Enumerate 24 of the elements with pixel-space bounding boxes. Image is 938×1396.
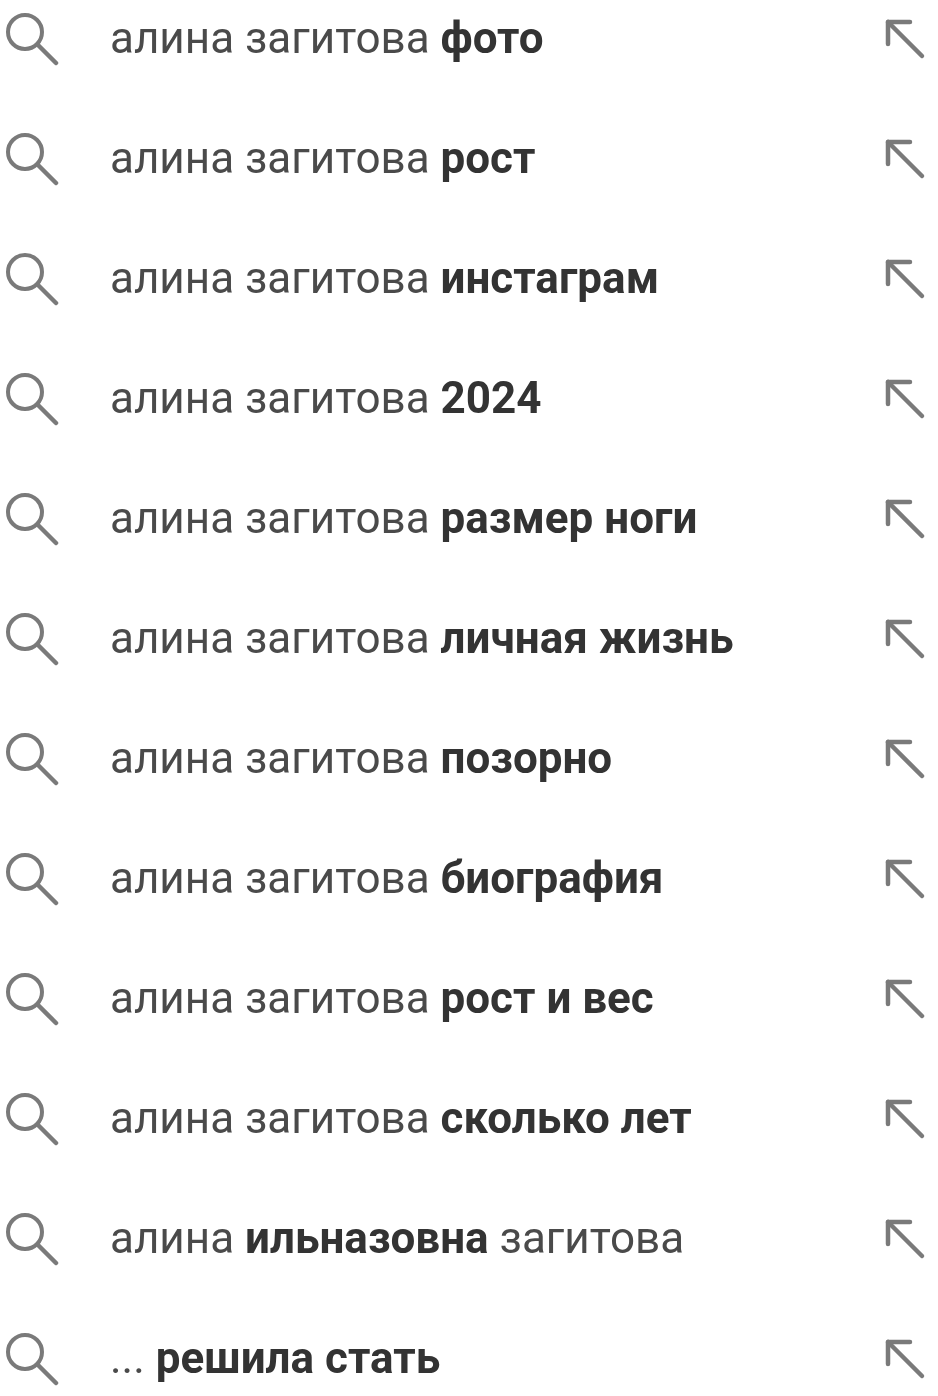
suggestion-link[interactable]: ... решила стать <box>110 1336 441 1380</box>
suggestion-link[interactable]: алина загитова личная жизнь <box>110 616 734 660</box>
search-icon <box>3 1210 59 1266</box>
search-icon <box>3 850 59 906</box>
suggestion-link[interactable]: алина загитова позорно <box>110 736 613 780</box>
suggestion-link[interactable]: алина загитова сколько лет <box>110 1096 692 1140</box>
search-icon <box>3 370 59 426</box>
search-icon <box>3 610 59 666</box>
suggestion-link[interactable]: алина загитова инстаграм <box>110 256 660 300</box>
search-icon <box>3 970 59 1026</box>
suggestion-link[interactable]: алина загитова фото <box>110 16 544 60</box>
search-icon <box>3 130 59 186</box>
suggestion-link[interactable]: алина загитова размер ноги <box>110 496 698 540</box>
search-icon <box>3 490 59 546</box>
search-icon <box>3 730 59 786</box>
search-icon <box>3 10 59 66</box>
suggestion-link[interactable]: алина загитова биография <box>110 856 664 900</box>
suggestion-link[interactable]: алина ильназовна загитова <box>110 1216 685 1260</box>
search-icon <box>3 1090 59 1146</box>
suggestion-link[interactable]: алина загитова 2024 <box>110 376 542 420</box>
suggestion-link[interactable]: алина загитова рост и вес <box>110 976 654 1020</box>
search-icon <box>3 1330 59 1386</box>
suggestion-link[interactable]: алина загитова рост <box>110 136 536 180</box>
search-icon <box>3 250 59 306</box>
